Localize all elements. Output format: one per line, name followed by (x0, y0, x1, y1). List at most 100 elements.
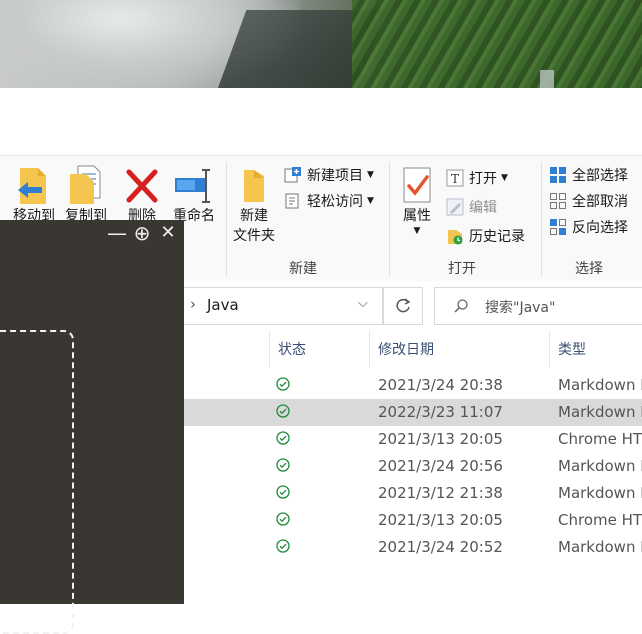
close-icon[interactable]: ✕ (157, 222, 179, 244)
address-history-dropdown-icon[interactable]: ⌵ (358, 296, 368, 311)
select-all-label: 全部选择 (572, 168, 628, 184)
minimize-icon[interactable]: — (106, 222, 128, 244)
file-row[interactable]: 2021/3/13 20:05 Chrome HT (183, 426, 642, 453)
invert-selection-button[interactable]: 反向选择 (549, 217, 628, 237)
easy-access-label: 轻松访问 (307, 194, 363, 210)
chevron-down-icon: ▼ (501, 173, 508, 183)
select-all-button[interactable]: 全部选择 (549, 165, 628, 185)
synced-check-icon (276, 485, 290, 499)
copy-to-icon (70, 165, 101, 204)
file-list-header: 状态 修改日期 类型 (183, 331, 642, 367)
file-modified-date: 2022/3/23 11:07 (378, 403, 503, 421)
rename-button[interactable]: 重命名 (166, 164, 222, 226)
copy-to-button[interactable]: 复制到 (60, 164, 112, 226)
file-type: Markdown F (558, 376, 642, 394)
refresh-icon (396, 298, 411, 313)
breadcrumb-current-folder[interactable]: Java (207, 296, 239, 314)
chevron-down-icon: ▼ (367, 170, 374, 180)
file-row-selected[interactable]: 2022/3/23 11:07 Markdown F (183, 399, 642, 426)
search-icon (454, 299, 468, 313)
open-button[interactable]: T 打开 ▼ (446, 168, 508, 188)
history-icon (446, 227, 464, 245)
select-none-label: 全部取消 (572, 194, 628, 210)
synced-check-icon (276, 404, 290, 418)
file-row[interactable]: 2021/3/12 21:38 Markdown F (183, 480, 642, 507)
select-all-icon (549, 166, 567, 184)
properties-icon (403, 167, 431, 203)
ribbon-separator (226, 162, 227, 277)
ribbon-separator (541, 162, 542, 277)
column-header-modified[interactable]: 修改日期 (378, 339, 434, 359)
file-row[interactable]: 2021/3/24 20:56 Markdown F (183, 453, 642, 480)
chevron-down-icon: ▼ (413, 226, 421, 236)
easy-access-icon (284, 192, 302, 210)
file-type: Markdown F (558, 457, 642, 475)
svg-text:T: T (451, 172, 459, 186)
edit-label: 编辑 (469, 200, 497, 216)
file-type: Markdown F (558, 538, 642, 556)
rename-icon (175, 169, 210, 203)
zoom-in-icon[interactable]: ⊕ (131, 222, 153, 244)
refresh-button[interactable] (383, 287, 423, 325)
history-button[interactable]: 历史记录 (446, 226, 525, 246)
selection-dashed-outline[interactable] (0, 330, 74, 634)
synced-check-icon (276, 539, 290, 553)
desktop-wallpaper (0, 0, 642, 88)
new-folder-label-2: 文件夹 (233, 228, 275, 244)
file-type: Markdown F (558, 403, 642, 421)
column-header-type[interactable]: 类型 (558, 339, 586, 359)
file-modified-date: 2021/3/12 21:38 (378, 484, 503, 502)
synced-check-icon (276, 512, 290, 526)
select-none-icon (549, 192, 567, 210)
select-none-button[interactable]: 全部取消 (549, 191, 628, 211)
move-to-button[interactable]: 移动到 (8, 164, 60, 226)
file-type: Markdown F (558, 484, 642, 502)
column-divider[interactable] (269, 331, 270, 367)
synced-check-icon (276, 458, 290, 472)
synced-check-icon (276, 431, 290, 445)
new-folder-label-1: 新建 (240, 208, 268, 224)
new-folder-button[interactable]: 新建 文件夹 (228, 166, 280, 246)
breadcrumb-separator: › (190, 295, 196, 313)
properties-button[interactable]: 属性 ▼ (396, 166, 438, 236)
new-folder-icon (244, 170, 264, 202)
edit-button[interactable]: 编辑 (446, 197, 497, 217)
group-label-new: 新建 (289, 261, 317, 277)
invert-selection-label: 反向选择 (572, 220, 628, 236)
move-to-icon (18, 168, 46, 204)
search-field[interactable]: 搜索"Java" (434, 287, 642, 325)
column-divider[interactable] (549, 331, 550, 367)
file-modified-date: 2021/3/24 20:56 (378, 457, 503, 475)
invert-selection-icon (549, 218, 567, 236)
address-field[interactable]: › Java ⌵ (183, 287, 383, 325)
history-label: 历史记录 (469, 229, 525, 245)
file-row[interactable]: 2021/3/13 20:05 Chrome HT (183, 507, 642, 534)
file-type: Chrome HT (558, 430, 642, 448)
easy-access-button[interactable]: 轻松访问 ▼ (284, 191, 374, 211)
capture-overlay-window[interactable]: — ⊕ ✕ (0, 220, 184, 634)
new-item-button[interactable]: 新建项目 ▼ (284, 165, 374, 185)
synced-check-icon (276, 377, 290, 391)
file-list: 2021/3/24 20:38 Markdown F 2022/3/23 11:… (183, 372, 642, 561)
column-divider[interactable] (369, 331, 370, 367)
chevron-down-icon: ▼ (367, 196, 374, 206)
ribbon-separator (389, 162, 390, 277)
new-item-label: 新建项目 (307, 168, 363, 184)
file-row[interactable]: 2021/3/24 20:38 Markdown F (183, 372, 642, 399)
delete-x-icon (126, 169, 158, 203)
edit-icon (446, 198, 464, 216)
file-type: Chrome HT (558, 511, 642, 529)
search-placeholder: 搜索"Java" (485, 300, 556, 316)
file-modified-date: 2021/3/24 20:52 (378, 538, 503, 556)
group-label-select: 选择 (575, 261, 603, 277)
open-label: 打开 (469, 171, 497, 187)
open-icon: T (446, 169, 464, 187)
delete-button[interactable]: 删除 (118, 164, 166, 226)
file-modified-date: 2021/3/24 20:38 (378, 376, 503, 394)
file-modified-date: 2021/3/13 20:05 (378, 430, 503, 448)
column-header-status[interactable]: 状态 (278, 339, 306, 359)
file-row[interactable]: 2021/3/24 20:52 Markdown F (183, 534, 642, 561)
properties-label: 属性 (403, 208, 431, 224)
new-item-icon (284, 166, 302, 184)
overlay-titlebar[interactable]: — ⊕ ✕ (0, 220, 184, 248)
